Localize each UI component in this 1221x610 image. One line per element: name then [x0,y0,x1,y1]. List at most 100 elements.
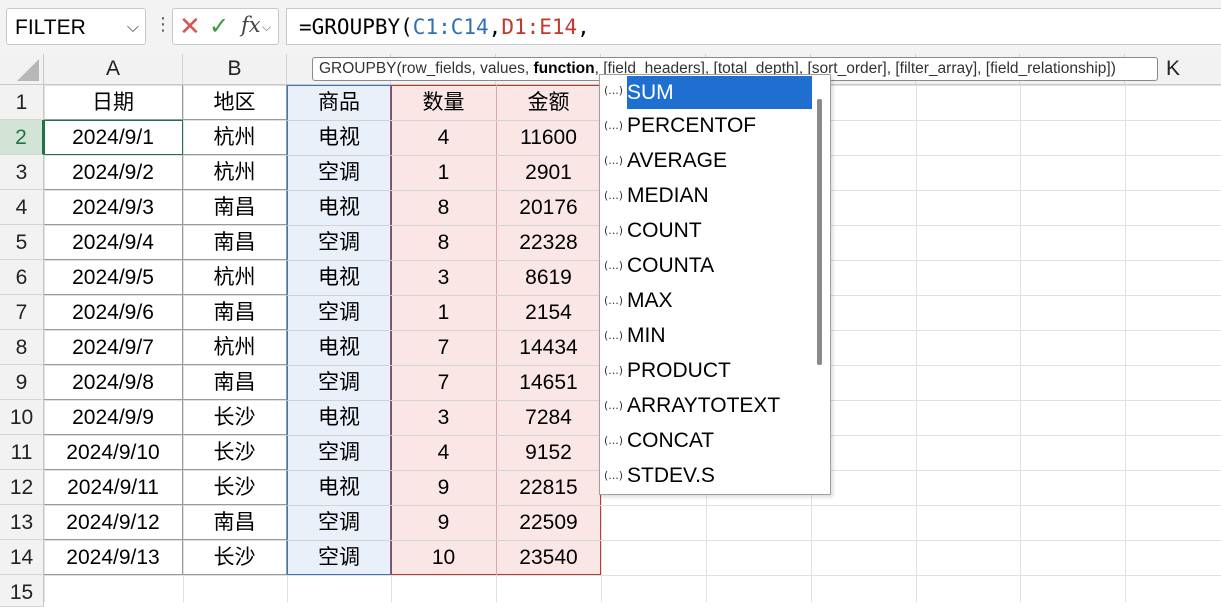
table-cell[interactable]: 电视 [287,190,391,225]
column-header-b[interactable]: B [183,54,287,84]
table-cell[interactable]: 南昌 [183,365,287,400]
table-cell[interactable]: 空调 [287,225,391,260]
table-cell[interactable]: 空调 [287,155,391,190]
table-cell[interactable]: 2024/9/7 [44,330,183,365]
table-header-cell[interactable]: 金额 [496,85,601,120]
row-header[interactable]: 6 [0,260,44,295]
table-cell[interactable]: 8 [391,225,496,260]
table-cell[interactable]: 1 [391,295,496,330]
table-cell[interactable]: 7 [391,330,496,365]
table-cell[interactable]: 2024/9/10 [44,435,183,470]
more-options-icon[interactable]: ⋮ [154,14,172,35]
table-cell[interactable]: 电视 [287,400,391,435]
table-cell[interactable]: 杭州 [183,260,287,295]
table-header-cell[interactable]: 地区 [183,85,287,120]
table-cell[interactable]: 电视 [287,330,391,365]
table-cell[interactable]: 7 [391,365,496,400]
formula-input[interactable]: =GROUPBY(C1:C14,D1:E14, [286,8,1221,45]
autocomplete-item[interactable]: (...) MIN [601,321,811,356]
table-cell[interactable]: 3 [391,400,496,435]
table-cell[interactable]: 3 [391,260,496,295]
row-header[interactable]: 4 [0,190,44,225]
table-cell[interactable]: 10 [391,540,496,575]
row-header[interactable]: 11 [0,435,44,470]
table-cell[interactable]: 22815 [496,470,601,505]
autocomplete-item[interactable]: (...) PERCENTOF [601,111,811,146]
autocomplete-item[interactable]: (...) ARRAYTOTEXT [601,391,811,426]
table-header-cell[interactable]: 日期 [44,85,183,120]
row-header[interactable]: 12 [0,470,44,505]
table-cell[interactable]: 南昌 [183,225,287,260]
table-cell[interactable]: 空调 [287,435,391,470]
table-cell[interactable]: 22328 [496,225,601,260]
row-header[interactable]: 7 [0,295,44,330]
active-cell[interactable] [44,120,183,155]
table-cell[interactable]: 电视 [287,470,391,505]
table-cell[interactable]: 南昌 [183,295,287,330]
autocomplete-item[interactable]: (...) CONCAT [601,426,811,461]
table-cell[interactable]: 8619 [496,260,601,295]
name-box[interactable]: FILTER ⌵ [6,8,146,45]
row-header[interactable]: 2 [0,120,44,155]
table-cell[interactable]: 杭州 [183,330,287,365]
table-cell[interactable]: 电视 [287,120,391,155]
autocomplete-item[interactable]: (...) MEDIAN [601,181,811,216]
autocomplete-item[interactable]: (...) COUNT [601,216,811,251]
table-cell[interactable]: 14651 [496,365,601,400]
row-header[interactable]: 14 [0,540,44,575]
table-cell[interactable]: 11600 [496,120,601,155]
insert-function-icon[interactable]: fx [241,13,261,37]
autocomplete-item[interactable]: (...) STDEV.S [601,461,811,496]
table-cell[interactable]: 9152 [496,435,601,470]
table-cell[interactable]: 7284 [496,400,601,435]
autocomplete-item[interactable]: (...) MAX [601,286,811,321]
table-header-cell[interactable]: 商品 [287,85,391,120]
table-cell[interactable]: 2024/9/5 [44,260,183,295]
confirm-icon[interactable]: ✓ [209,12,229,40]
table-cell[interactable]: 2024/9/11 [44,470,183,505]
table-cell[interactable]: 4 [391,120,496,155]
autocomplete-item[interactable]: (...) AVERAGE [601,146,811,181]
table-cell[interactable]: 空调 [287,365,391,400]
table-cell[interactable]: 长沙 [183,540,287,575]
table-cell[interactable]: 9 [391,470,496,505]
table-cell[interactable]: 2024/9/12 [44,505,183,540]
table-cell[interactable]: 2024/9/13 [44,540,183,575]
autocomplete-item[interactable]: (...) PRODUCT [601,356,811,391]
table-cell[interactable]: 2024/9/2 [44,155,183,190]
table-cell[interactable]: 2154 [496,295,601,330]
autocomplete-item[interactable]: (...) COUNTA [601,251,811,286]
table-cell[interactable]: 14434 [496,330,601,365]
table-cell[interactable]: 南昌 [183,190,287,225]
table-cell[interactable]: 2024/9/9 [44,400,183,435]
chevron-down-icon[interactable]: ⌵ [262,20,271,35]
row-header[interactable]: 1 [0,85,44,120]
table-cell[interactable]: 长沙 [183,435,287,470]
table-cell[interactable]: 2024/9/8 [44,365,183,400]
table-cell[interactable]: 长沙 [183,470,287,505]
table-cell[interactable]: 杭州 [183,120,287,155]
row-header[interactable]: 9 [0,365,44,400]
table-cell[interactable]: 2901 [496,155,601,190]
function-autocomplete-list[interactable]: (...) SUM (...) PERCENTOF (...) AVERAGE (...) M… [599,74,831,495]
table-cell[interactable]: 空调 [287,505,391,540]
row-header[interactable]: 3 [0,155,44,190]
table-cell[interactable]: 23540 [496,540,601,575]
cancel-icon[interactable]: ✕ [179,12,201,42]
chevron-down-icon[interactable]: ⌵ [127,17,139,37]
row-header[interactable]: 13 [0,505,44,540]
table-cell[interactable]: 长沙 [183,400,287,435]
table-header-cell[interactable]: 数量 [391,85,496,120]
table-cell[interactable]: 空调 [287,540,391,575]
row-header[interactable]: 15 [0,575,44,607]
table-cell[interactable]: 9 [391,505,496,540]
row-header[interactable]: 8 [0,330,44,365]
table-cell[interactable]: 4 [391,435,496,470]
table-cell[interactable]: 电视 [287,260,391,295]
table-cell[interactable]: 杭州 [183,155,287,190]
scrollbar-thumb[interactable] [817,99,822,365]
table-cell[interactable]: 20176 [496,190,601,225]
table-cell[interactable]: 1 [391,155,496,190]
autocomplete-item[interactable]: (...) SUM [601,76,812,111]
table-cell[interactable]: 2024/9/3 [44,190,183,225]
